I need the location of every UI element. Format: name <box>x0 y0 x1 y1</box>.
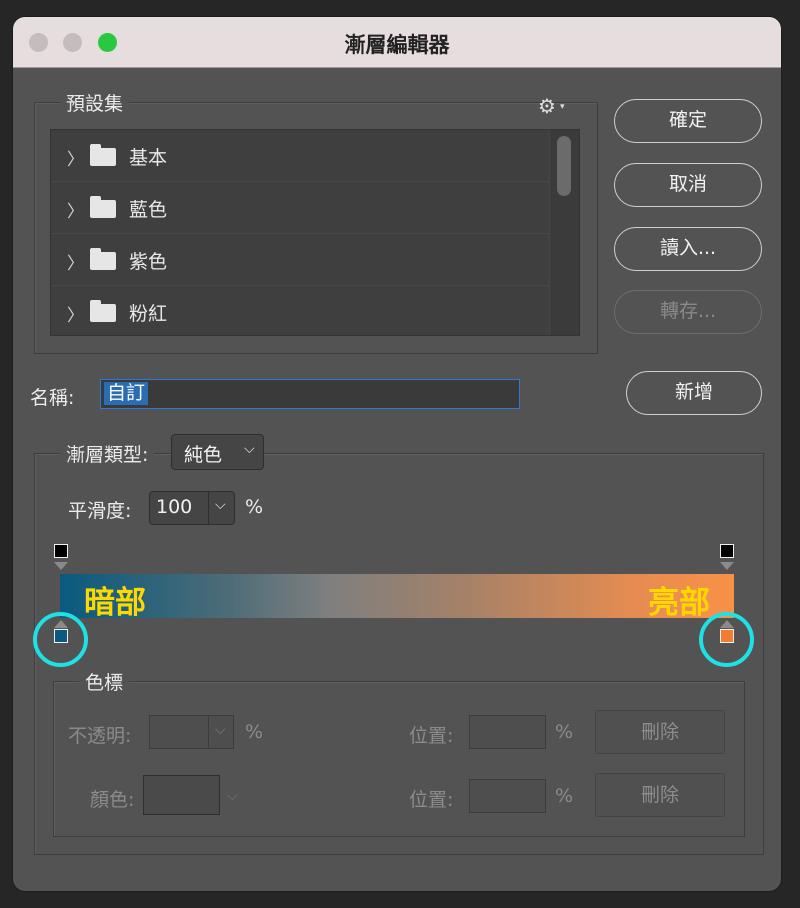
preset-folder-purple[interactable]: 〉 紫色 <box>51 234 549 286</box>
new-button[interactable]: 新增 <box>626 371 762 415</box>
delete-opacity-stop-button[interactable]: 刪除 <box>595 710 725 754</box>
color-location-field[interactable] <box>469 779 546 813</box>
preset-folder-label: 藍色 <box>129 199 168 221</box>
location-label: 位置: <box>409 725 454 747</box>
preset-folder-blue[interactable]: 〉 藍色 <box>51 182 549 234</box>
gradient-editor-window: 漸層編輯器 預設集 ⚙ ▾ 〉 基本 〉 藍色 〉 紫色 〉 粉紅 確定 取消 … <box>13 17 781 891</box>
folder-icon <box>90 248 116 270</box>
window-title: 漸層編輯器 <box>344 33 450 57</box>
cancel-button[interactable]: 取消 <box>614 163 762 207</box>
chevron-down-icon[interactable]: ⌵ <box>215 497 226 513</box>
location-unit: % <box>555 721 574 743</box>
opacity-stop-right[interactable] <box>720 544 734 558</box>
chevron-right-icon[interactable]: 〉 <box>67 145 84 170</box>
color-label: 顏色: <box>90 789 135 811</box>
chevron-down-icon[interactable]: ▾ <box>560 102 565 112</box>
opacity-unit: % <box>245 721 264 743</box>
folder-icon <box>90 196 116 218</box>
smoothness-unit: % <box>245 496 264 518</box>
smoothness-label: 平滑度: <box>68 500 132 522</box>
preset-folder-label: 粉紅 <box>129 303 168 325</box>
preset-folder-label: 基本 <box>129 147 168 169</box>
preset-folder-label: 紫色 <box>129 251 168 273</box>
load-button[interactable]: 讀入... <box>614 227 762 271</box>
chevron-down-icon[interactable]: ⌵ <box>215 722 226 738</box>
gradient-type-value: 純色 <box>184 444 223 466</box>
opacity-location-field[interactable] <box>469 715 546 749</box>
preset-folder-pink[interactable]: 〉 粉紅 <box>51 286 549 338</box>
preset-folder-basic[interactable]: 〉 基本 <box>51 130 549 182</box>
color-swatch[interactable] <box>143 775 220 815</box>
name-input-value: 自訂 <box>104 382 149 405</box>
opacity-stop-right-pointer <box>720 562 734 570</box>
location2-label: 位置: <box>409 789 454 811</box>
gradient-preview-bar[interactable]: 暗部 亮部 <box>60 574 734 621</box>
ok-button[interactable]: 確定 <box>614 99 762 143</box>
gradient-type-label: 漸層類型: <box>60 440 155 467</box>
chevron-down-icon[interactable]: ⌵ <box>227 788 238 804</box>
chevron-right-icon[interactable]: 〉 <box>67 301 84 326</box>
location2-unit: % <box>555 785 574 807</box>
smoothness-field[interactable]: 100 ⌵ <box>149 491 235 525</box>
gradient-left-annotation: 暗部 <box>84 585 146 621</box>
folder-icon <box>90 144 116 166</box>
gear-icon[interactable]: ⚙ <box>538 94 556 118</box>
stops-label: 色標 <box>79 668 130 695</box>
folder-icon <box>90 300 116 322</box>
title-bar: 漸層編輯器 <box>13 17 781 68</box>
highlight-ring-right <box>699 612 754 667</box>
presets-label: 預設集 <box>60 89 130 116</box>
gradient-type-dropdown[interactable]: 純色 ⌵ <box>171 434 264 470</box>
smoothness-value: 100 <box>156 496 193 518</box>
delete-color-stop-button[interactable]: 刪除 <box>595 773 725 817</box>
chevron-down-icon: ⌵ <box>244 441 255 457</box>
opacity-label: 不透明: <box>68 725 132 747</box>
chevron-right-icon[interactable]: 〉 <box>67 197 84 222</box>
opacity-stop-left-pointer <box>54 562 68 570</box>
opacity-field[interactable]: ⌵ <box>149 715 234 749</box>
gradient-right-annotation: 亮部 <box>648 585 710 621</box>
opacity-stop-left[interactable] <box>54 544 68 558</box>
scrollbar-thumb[interactable] <box>557 136 571 196</box>
save-button[interactable]: 轉存... <box>614 290 762 334</box>
highlight-ring-left <box>33 612 88 667</box>
preset-list-scrollbar[interactable] <box>549 130 579 335</box>
preset-list: 〉 基本 〉 藍色 〉 紫色 〉 粉紅 <box>50 129 580 336</box>
chevron-right-icon[interactable]: 〉 <box>67 249 84 274</box>
name-label: 名稱: <box>30 387 75 409</box>
name-input[interactable]: 自訂 <box>100 379 520 409</box>
